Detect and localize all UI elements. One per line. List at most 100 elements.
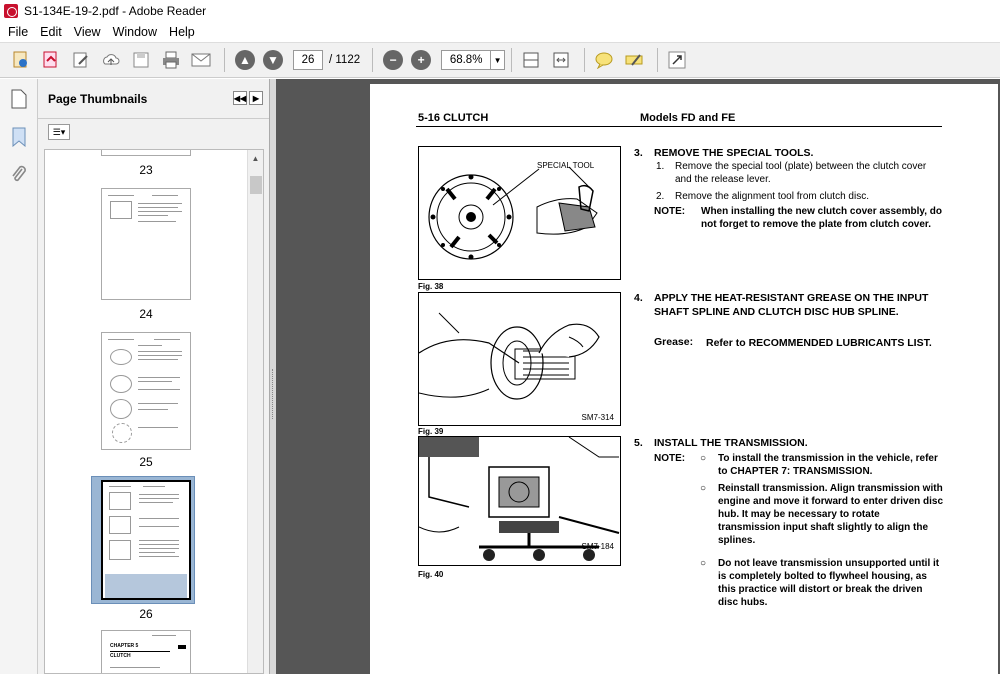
figure-code: SM7-314: [581, 413, 614, 422]
bookmark-icon[interactable]: [7, 125, 31, 149]
step-3: 3. REMOVE THE SPECIAL TOOLS.: [634, 146, 944, 160]
menu-view[interactable]: View: [68, 25, 107, 39]
toolbar: ▲ ▼ / 1122 − + ▼: [0, 42, 1000, 78]
fit-width-icon[interactable]: [548, 47, 574, 73]
thumbnail-page-27[interactable]: CHAPTER 5 CLUTCH: [101, 630, 191, 673]
thumbnail-page-22[interactable]: [101, 150, 191, 156]
page-total: / 1122: [329, 54, 361, 66]
panel-header: Page Thumbnails ◀◀ ▶: [38, 79, 269, 119]
previous-page-icon[interactable]: ▲: [235, 50, 255, 70]
thumbnail-options: ☰▾: [38, 119, 269, 145]
step-3-item-1: Remove the special tool (plate) between …: [675, 161, 927, 185]
thumbnail-list[interactable]: 23 24 25 26 CHAPTER 5 CLUTCH ▲: [44, 149, 264, 674]
comment-icon[interactable]: [591, 47, 617, 73]
thumbnails-panel: Page Thumbnails ◀◀ ▶ ☰▾ 23 24 25 26 CHAP…: [38, 79, 270, 674]
menu-bar: File Edit View Window Help: [0, 22, 1000, 42]
scroll-up-icon[interactable]: ▲: [248, 150, 263, 166]
navigation-rail: [0, 79, 38, 674]
thumbnail-page-26[interactable]: [101, 480, 191, 600]
step-number: 4.: [634, 292, 643, 304]
grease-application-illustration: [419, 312, 600, 400]
window-title: S1-134E-19-2.pdf - Adobe Reader: [24, 4, 207, 18]
step-3-item-1-num: 1.: [656, 161, 665, 172]
attachment-icon[interactable]: [7, 163, 31, 187]
step-4: 4. APPLY THE HEAT-RESISTANT GREASE ON TH…: [634, 291, 944, 319]
step-number: 5.: [634, 437, 643, 449]
thumbnail-title-text: CLUTCH: [110, 653, 131, 659]
figure-40: SM7-184: [418, 436, 621, 566]
document-viewer[interactable]: 5-16 CLUTCH Models FD and FE SPECIAL TOO…: [276, 79, 1000, 674]
next-page-icon[interactable]: ▼: [263, 50, 283, 70]
step-5: 5. INSTALL THE TRANSMISSION.: [634, 436, 944, 450]
expand-right-icon[interactable]: ▶: [249, 91, 263, 105]
thumbnail-label: 25: [139, 455, 153, 469]
scroll-thumb[interactable]: [250, 176, 262, 194]
step-title: APPLY THE HEAT-RESISTANT GREASE ON THE I…: [654, 292, 929, 318]
header-rule: [416, 126, 942, 127]
thumbnail-label: 24: [139, 307, 153, 321]
zoom-input[interactable]: [442, 51, 491, 69]
step-5-bullet-icon: ○: [700, 558, 707, 569]
create-pdf-icon[interactable]: [8, 47, 34, 73]
save-icon[interactable]: [128, 47, 154, 73]
step-4-grease-label: Grease:: [654, 336, 694, 348]
step-5-bullet-1: To install the transmission in the vehic…: [718, 453, 938, 477]
highlight-icon[interactable]: [621, 47, 647, 73]
collapse-left-icon[interactable]: ◀◀: [233, 91, 247, 105]
email-icon[interactable]: [188, 47, 214, 73]
thumbnail-page-25[interactable]: [101, 332, 191, 450]
page-number-input[interactable]: [293, 50, 323, 70]
title-bar: S1-134E-19-2.pdf - Adobe Reader: [0, 0, 1000, 22]
toolbar-separator: [511, 48, 513, 72]
zoom-in-icon[interactable]: +: [411, 50, 432, 70]
step-title: INSTALL THE TRANSMISSION.: [654, 437, 808, 449]
cloud-upload-icon[interactable]: [98, 47, 124, 73]
step-5-bullet-icon: ○: [700, 453, 707, 464]
step-title: REMOVE THE SPECIAL TOOLS.: [654, 147, 814, 159]
figure-inner-label: SPECIAL TOOL: [537, 161, 595, 170]
step-3-item-2-num: 2.: [656, 191, 665, 202]
step-3-note-text: When installing the new clutch cover ass…: [701, 206, 942, 230]
page-header-right: Models FD and FE: [640, 112, 736, 124]
zoom-out-icon[interactable]: −: [383, 50, 404, 70]
full-screen-icon[interactable]: [664, 47, 690, 73]
figure-label: Fig. 39: [418, 427, 444, 436]
step-5-bullet-3: Do not leave transmission unsupported un…: [718, 558, 940, 608]
thumbnail-label: 23: [139, 163, 153, 177]
step-5-note-label: NOTE:: [654, 453, 686, 464]
menu-help[interactable]: Help: [163, 25, 201, 39]
pdf-page: 5-16 CLUTCH Models FD and FE SPECIAL TOO…: [370, 84, 998, 674]
thumbnail-scrollbar[interactable]: ▲: [247, 150, 263, 673]
thumbnail-chapter-text: CHAPTER 5: [110, 643, 139, 649]
export-pdf-icon[interactable]: [38, 47, 64, 73]
figure-39: SM7-314: [418, 292, 621, 426]
chevron-down-icon[interactable]: ▼: [490, 51, 504, 69]
fit-page-icon[interactable]: [518, 47, 544, 73]
menu-window[interactable]: Window: [107, 25, 163, 39]
toolbar-separator: [657, 48, 659, 72]
figure-label: Fig. 40: [418, 570, 444, 579]
step-5-bullet-icon: ○: [700, 483, 707, 494]
page-thumbnails-icon[interactable]: [7, 87, 31, 111]
menu-edit[interactable]: Edit: [34, 25, 68, 39]
zoom-select[interactable]: ▼: [441, 50, 506, 70]
menu-file[interactable]: File: [2, 25, 34, 39]
toolbar-separator: [584, 48, 586, 72]
figure-38: SPECIAL TOOL: [418, 146, 621, 280]
edit-document-icon[interactable]: [68, 47, 94, 73]
options-menu-icon[interactable]: ☰▾: [48, 124, 70, 140]
figure-code: SM7-184: [581, 542, 614, 551]
step-4-grease-text: Refer to RECOMMENDED LUBRICANTS LIST.: [706, 337, 932, 349]
figure-label: Fig. 38: [418, 282, 444, 291]
thumbnail-page-24[interactable]: [101, 188, 191, 300]
step-5-bullet-2: Reinstall transmission. Align transmissi…: [718, 483, 944, 546]
step-3-note-label: NOTE:: [654, 206, 686, 217]
panel-title: Page Thumbnails: [48, 91, 148, 106]
adobe-reader-icon: [4, 4, 18, 18]
step-3-item-2: Remove the alignment tool from clutch di…: [675, 191, 869, 202]
thumbnail-label: 26: [139, 607, 153, 621]
print-icon[interactable]: [158, 47, 184, 73]
toolbar-separator: [224, 48, 225, 72]
page-header-left: 5-16 CLUTCH: [418, 112, 489, 124]
step-number: 3.: [634, 147, 643, 159]
